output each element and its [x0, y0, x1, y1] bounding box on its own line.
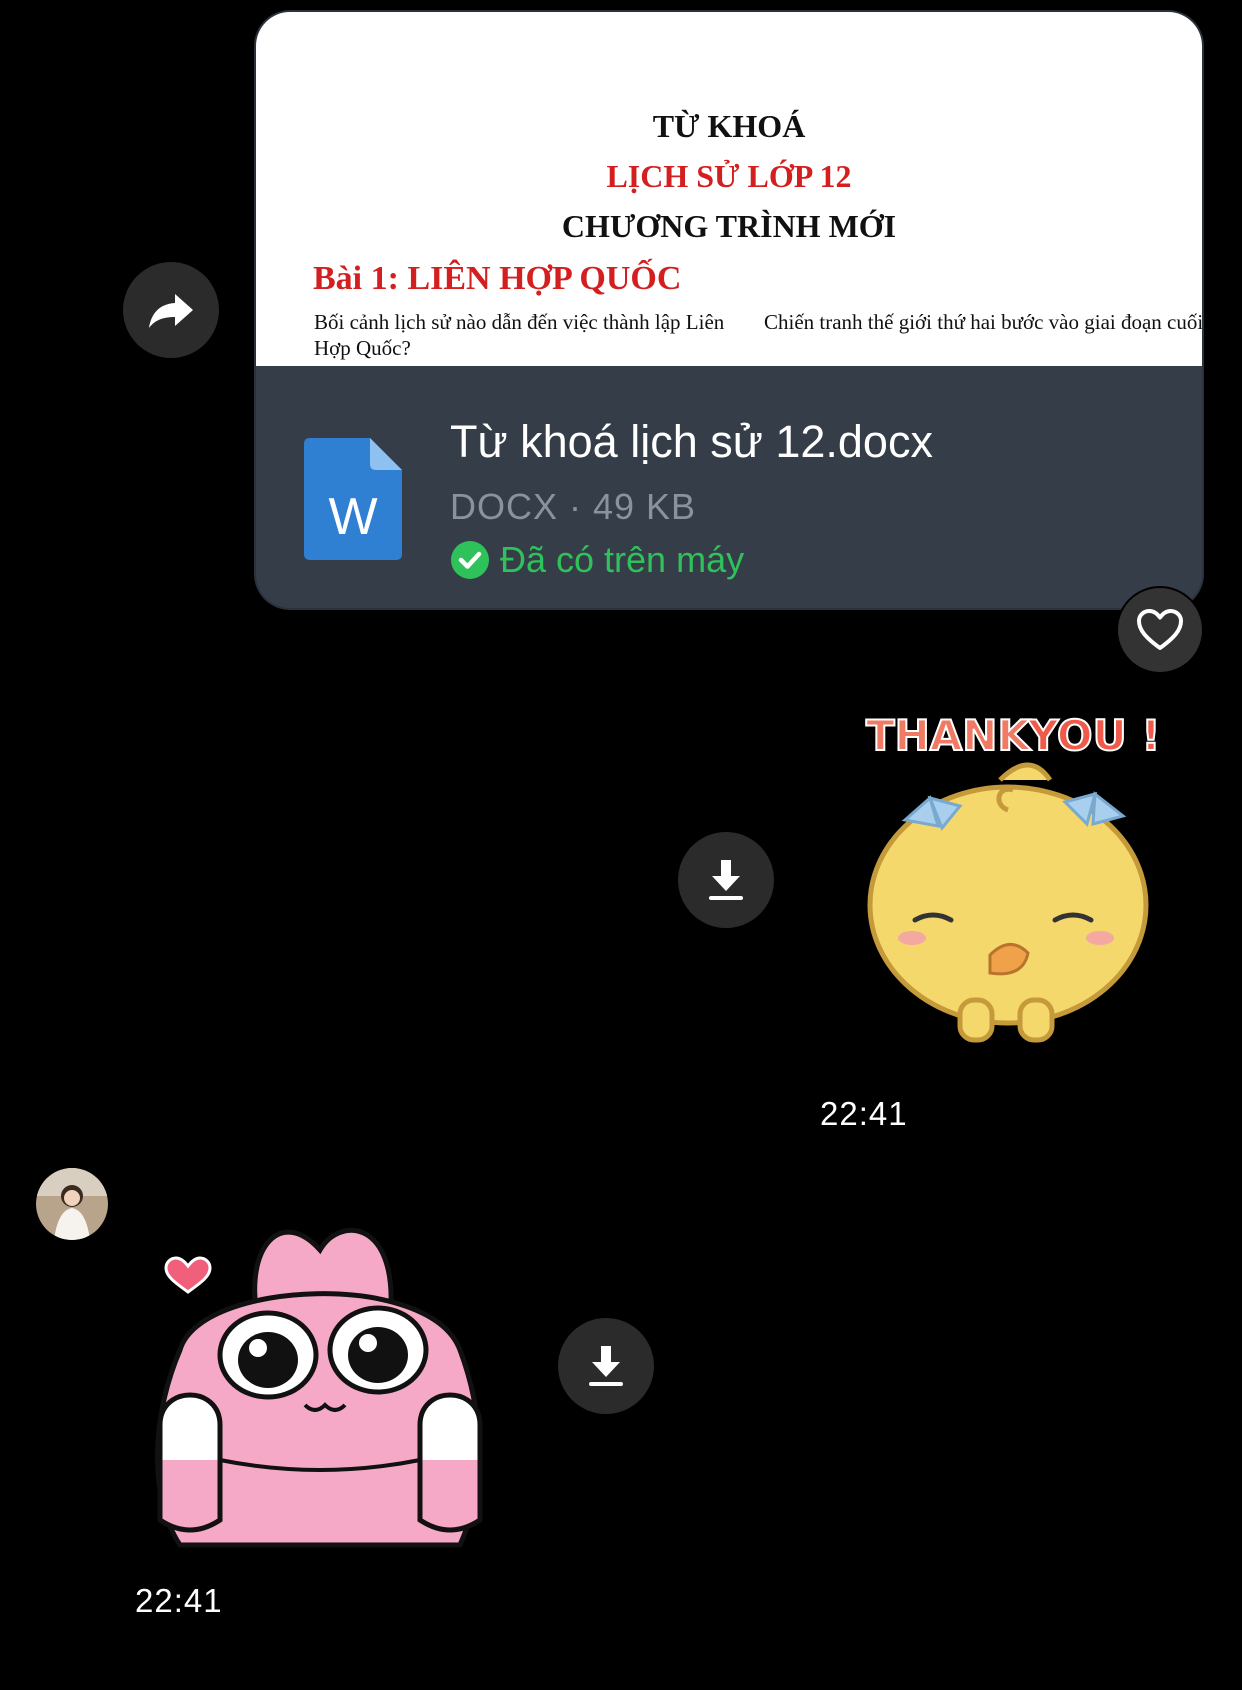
avatar-image: [36, 1168, 108, 1240]
svg-text:W: W: [328, 488, 377, 546]
avatar[interactable]: [36, 1168, 108, 1240]
download-status: Đã có trên máy: [450, 538, 744, 582]
react-heart-button[interactable]: [1116, 586, 1204, 674]
message-time: 22:41: [820, 1095, 908, 1132]
word-docx-icon: W: [304, 438, 402, 560]
preview-subtitle: LỊCH SỬ LỚP 12: [606, 158, 852, 194]
download-sticker-button[interactable]: [558, 1318, 654, 1414]
file-name: Từ khoá lịch sử 12.docx: [450, 416, 933, 467]
status-text: Đã có trên máy: [500, 539, 745, 580]
file-info[interactable]: W Từ khoá lịch sử 12.docx DOCX · 49 KB Đ…: [256, 366, 1202, 608]
preview-question: Bối cảnh lịch sử nào dẫn đến việc thành …: [314, 310, 725, 360]
svg-text:THANK: THANK: [866, 711, 1031, 760]
bunny-sticker-image: [155, 1227, 483, 1548]
svg-text:YOU !: YOU !: [1027, 711, 1160, 760]
file-meta: DOCX · 49 KB: [450, 486, 697, 527]
preview-title: TỪ KHOÁ: [652, 108, 806, 144]
preview-answer: Chiến tranh thế giới thứ hai bước vào gi…: [764, 310, 1202, 334]
thank-you-sticker[interactable]: THANK YOU !: [860, 700, 1162, 1050]
download-sticker-button[interactable]: [678, 832, 774, 928]
download-icon: [709, 860, 743, 900]
preview-program: CHƯƠNG TRÌNH MỚI: [561, 208, 897, 244]
message-time: 22:41: [135, 1582, 223, 1619]
pink-bunny-sticker[interactable]: [140, 1210, 510, 1550]
check-circle-icon: [451, 541, 489, 579]
chick-sticker-image: THANK YOU !: [865, 710, 1162, 1043]
file-message-bubble[interactable]: TỪ KHOÁ LỊCH SỬ LỚP 12 CHƯƠNG TRÌNH MỚI …: [256, 12, 1202, 608]
forward-icon: [149, 294, 193, 328]
document-preview[interactable]: TỪ KHOÁ LỊCH SỬ LỚP 12 CHƯƠNG TRÌNH MỚI …: [256, 12, 1202, 366]
preview-lesson: Bài 1: LIÊN HỢP QUỐC: [313, 260, 682, 297]
forward-button[interactable]: [123, 262, 219, 358]
download-icon: [589, 1346, 623, 1386]
heart-icon: [1137, 609, 1183, 650]
